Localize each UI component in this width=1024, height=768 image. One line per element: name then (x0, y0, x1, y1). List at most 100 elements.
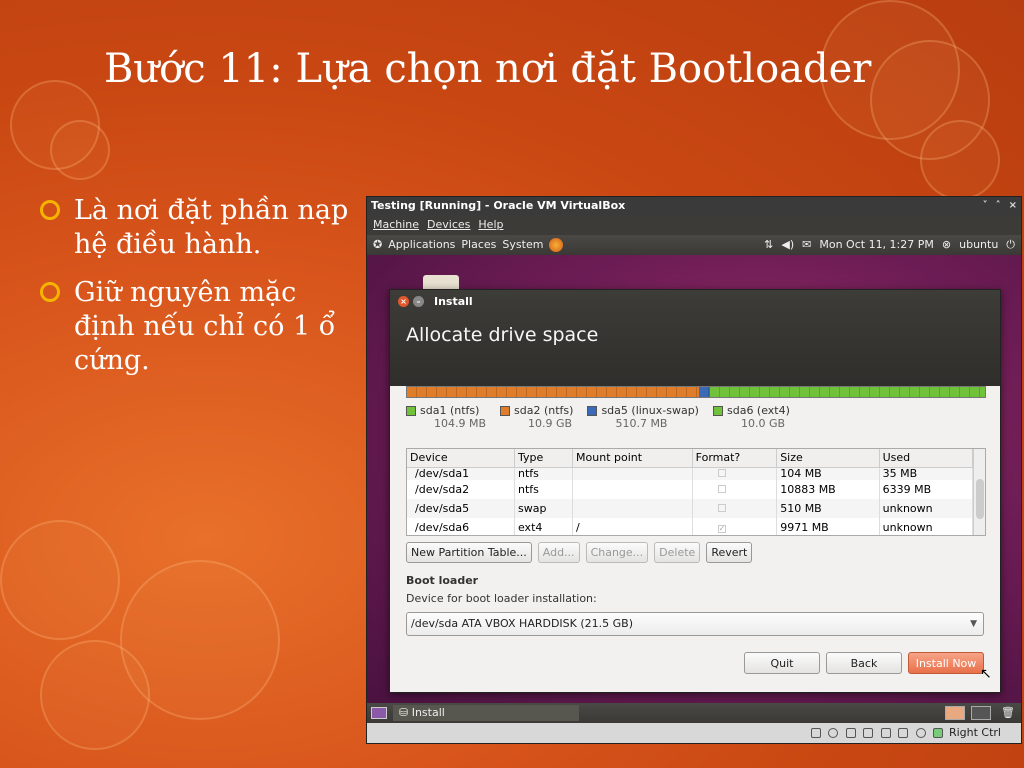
partition-segment (698, 387, 711, 397)
close-icon[interactable]: × (1009, 197, 1017, 215)
volume-icon[interactable]: ◀) (781, 235, 794, 255)
format-checkbox[interactable]: ✓ (717, 524, 726, 533)
menu-applications[interactable]: Applications (388, 235, 455, 255)
mouse-integration-icon[interactable] (915, 728, 926, 738)
table-row[interactable]: /dev/sda5 swap 510 MB unknown (407, 498, 974, 518)
legend-swatch (712, 406, 723, 416)
table-scrollbar[interactable] (973, 449, 985, 535)
mail-icon[interactable]: ✉ (802, 235, 811, 255)
menu-system[interactable]: System (502, 235, 543, 255)
boot-loader-sublabel: Device for boot loader installation: (406, 592, 597, 605)
ubuntu-desktop: × – Install Allocate drive space sda1 (n… (367, 255, 1021, 703)
cdrom-icon[interactable] (828, 728, 839, 738)
new-partition-table-button[interactable]: New Partition Table... (406, 542, 532, 563)
network-icon[interactable] (863, 728, 874, 738)
col-type[interactable]: Type (514, 449, 574, 468)
dialog-header: × – Install Allocate drive space (390, 290, 1000, 386)
partition-table: Device Type Mount point Format? Size Use… (406, 448, 986, 536)
scroll-thumb[interactable] (976, 479, 984, 519)
col-format[interactable]: Format? (692, 449, 778, 468)
host-key-icon (933, 728, 944, 738)
format-checkbox[interactable] (717, 484, 726, 493)
partition-bar (406, 386, 986, 398)
firefox-icon[interactable] (549, 238, 564, 252)
partition-buttons: New Partition Table... Add... Change... … (406, 542, 753, 563)
bullet-item: Là nơi đặt phần nạp hệ điều hành. (40, 194, 360, 262)
dialog-heading: Allocate drive space (406, 324, 599, 346)
vm-menubar: Machine Devices Help (367, 215, 1021, 235)
user-name[interactable]: ubuntu (959, 235, 998, 255)
close-icon[interactable]: × (398, 295, 409, 307)
gnome-top-panel: ✪ Applications Places System ⇅ ◀) ✉ Mon … (367, 235, 1021, 255)
shared-folder-icon[interactable] (880, 728, 891, 738)
quit-button[interactable]: Quit (744, 652, 820, 674)
table-row[interactable]: /dev/sda1 ntfs 104 MB 35 MB (407, 467, 974, 480)
menu-places[interactable]: Places (461, 235, 496, 255)
host-key-label: Right Ctrl (948, 726, 1001, 739)
back-button[interactable]: Back (826, 652, 902, 674)
vm-title: Testing [Running] - Oracle VM VirtualBox (371, 199, 626, 212)
legend-item: sda5 (linux-swap) 510.7 MB (587, 404, 699, 430)
bg-bubble (920, 120, 1000, 200)
col-device[interactable]: Device (407, 449, 515, 468)
delete-button[interactable]: Delete (654, 542, 701, 563)
vm-titlebar[interactable]: Testing [Running] - Oracle VM VirtualBox… (367, 197, 1021, 215)
ubuntu-logo-icon[interactable]: ✪ (373, 235, 382, 255)
partition-segment (710, 387, 985, 397)
dialog-actions: Quit Back Install Now (744, 652, 984, 674)
user-icon[interactable]: ⊗ (942, 235, 951, 255)
boot-loader-select[interactable]: /dev/sda ATA VBOX HARDDISK (21.5 GB) ▼ (406, 612, 984, 636)
vm-statusbar: Right Ctrl (367, 723, 1021, 743)
menu-help[interactable]: Help (478, 215, 503, 235)
maximize-icon[interactable]: ˄ (996, 197, 1001, 215)
gnome-bottom-panel: ⛁ Install 🗑 (367, 703, 1021, 723)
menu-machine[interactable]: Machine (373, 215, 419, 235)
add-button[interactable]: Add... (537, 542, 580, 563)
ring-bullet-icon (40, 200, 60, 220)
installer-icon: ⛁ (399, 706, 409, 719)
legend-item: sda2 (ntfs) 10.9 GB (500, 404, 573, 430)
legend-item: sda1 (ntfs) 104.9 MB (406, 404, 486, 430)
col-used[interactable]: Used (879, 449, 974, 468)
legend-swatch (500, 406, 511, 416)
workspace-icon[interactable] (971, 706, 992, 720)
bullet-list: Là nơi đặt phần nạp hệ điều hành. Giữ ng… (40, 194, 360, 392)
workspace-icon[interactable] (945, 706, 966, 720)
format-checkbox[interactable] (717, 503, 726, 512)
install-now-button[interactable]: Install Now (908, 652, 984, 674)
hdd-icon[interactable] (810, 728, 821, 738)
bg-bubble (40, 640, 150, 750)
minimize-icon[interactable]: ˅ (983, 197, 988, 215)
bg-bubble (0, 520, 120, 640)
trash-icon[interactable]: 🗑 (1001, 703, 1015, 723)
revert-button[interactable]: Revert (706, 542, 753, 563)
bullet-item: Giữ nguyên mặc định nếu chỉ có 1 ổ cứng. (40, 276, 360, 378)
ring-bullet-icon (40, 282, 60, 302)
virtualbox-window: Testing [Running] - Oracle VM VirtualBox… (366, 196, 1022, 744)
boot-loader-label: Boot loader (406, 574, 479, 587)
dialog-title: Install (434, 294, 473, 308)
chevron-down-icon: ▼ (970, 619, 977, 629)
menu-devices[interactable]: Devices (427, 215, 470, 235)
show-desktop-icon[interactable] (371, 707, 387, 719)
legend-item: sda6 (ext4) 10.0 GB (712, 404, 790, 430)
install-dialog: × – Install Allocate drive space sda1 (n… (389, 289, 1001, 693)
power-icon[interactable]: ⏻ (1006, 235, 1015, 255)
usb-icon[interactable] (845, 728, 856, 738)
table-row[interactable]: /dev/sda6 ext4 / ✓ 9971 MB unknown (407, 517, 974, 535)
mouse-cursor-icon: ↖ (980, 666, 992, 682)
bg-bubble (50, 120, 110, 180)
minimize-icon[interactable]: – (413, 295, 424, 307)
table-row[interactable]: /dev/sda2 ntfs 10883 MB 6339 MB (407, 479, 974, 499)
change-button[interactable]: Change... (585, 542, 649, 563)
col-mount[interactable]: Mount point (572, 449, 693, 468)
dialog-titlebar[interactable]: × – Install (390, 290, 1000, 312)
clock[interactable]: Mon Oct 11, 1:27 PM (819, 235, 934, 255)
legend-swatch (406, 406, 416, 416)
display-icon[interactable] (898, 728, 909, 738)
legend-swatch (587, 406, 598, 416)
col-size[interactable]: Size (776, 449, 880, 468)
format-checkbox[interactable] (717, 468, 726, 477)
taskbar-item-install[interactable]: ⛁ Install (393, 705, 579, 721)
network-icon[interactable]: ⇅ (764, 235, 773, 255)
